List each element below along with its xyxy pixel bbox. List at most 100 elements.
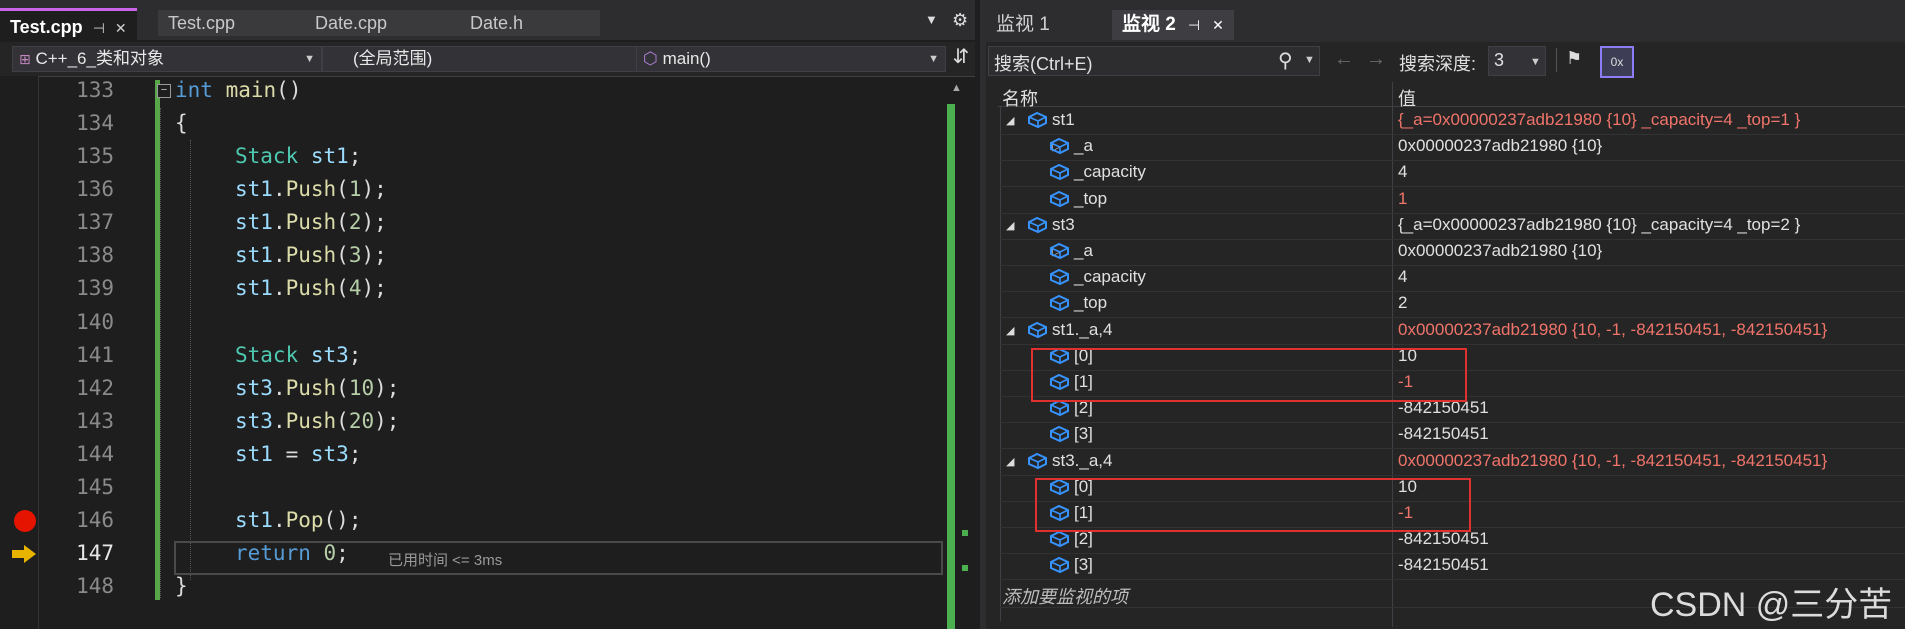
tab-watch-1[interactable]: 监视 1 [986, 10, 1060, 40]
tab-list-dropdown-icon[interactable]: ▼ [925, 12, 938, 27]
watch-value[interactable]: 4 [1398, 162, 1407, 182]
highlight-box [1035, 478, 1471, 532]
code-editor[interactable] [0, 0, 975, 629]
code-line[interactable]: { [175, 111, 188, 135]
code-line[interactable]: Stack st1; [235, 144, 361, 168]
watch-name[interactable]: st1 [1052, 110, 1075, 130]
hex-display-icon[interactable]: 0x [1600, 46, 1634, 78]
code-line[interactable]: Stack st3; [235, 343, 361, 367]
breakpoint-icon[interactable] [14, 510, 36, 532]
search-icon[interactable]: ⚲ [1278, 48, 1293, 73]
type-name: Stack [235, 343, 299, 367]
punctuation: (); [323, 508, 362, 532]
code-line[interactable]: st3.Push(10); [235, 376, 399, 400]
variable-icon [1028, 452, 1047, 469]
watch-name[interactable]: _capacity [1074, 162, 1146, 182]
watch-row[interactable]: _top 2 [1000, 291, 1905, 319]
scope-label: (全局范围) [353, 49, 433, 68]
code-line[interactable]: st1 = st3; [235, 442, 361, 466]
member-dropdown[interactable]: ⬡ main() ▼ [636, 46, 946, 72]
code-line[interactable]: st1.Push(2); [235, 210, 387, 234]
arrow-left-icon[interactable]: ← [1334, 48, 1354, 71]
tab-date-h[interactable]: Date.h [460, 10, 600, 36]
scope-dropdown[interactable]: (全局范围) ▼ [322, 46, 654, 72]
pin-source-icon[interactable]: ⚑ [1566, 48, 1590, 72]
watch-row[interactable]: _capacity 4 [1000, 265, 1905, 293]
punctuation: ; [348, 144, 362, 168]
watch-name[interactable]: _capacity [1074, 267, 1146, 287]
watch-value[interactable]: 0x00000237adb21980 {10, -1, -842150451, … [1398, 320, 1827, 340]
line-number: 148 [76, 574, 114, 598]
watch-name[interactable]: st3 [1052, 215, 1075, 235]
collapse-arrow-icon[interactable]: ◢ [1006, 324, 1014, 337]
code-line[interactable]: int main() [175, 78, 301, 102]
watch-row[interactable]: ▷ _a 0x00000237adb21980 {10} [1000, 239, 1905, 266]
tab-test-cpp[interactable]: Test.cpp [158, 10, 308, 36]
watch-row[interactable]: ◢ st3._a,4 0x00000237adb21980 {10, -1, -84… [1000, 449, 1905, 476]
code-line[interactable]: st1.Push(3); [235, 243, 387, 267]
watch-row[interactable]: ◢ st3 {_a=0x00000237adb21980 {10} _capacit… [1000, 213, 1905, 240]
watch-value[interactable]: 1 [1398, 189, 1407, 209]
function-name: Push [285, 276, 337, 300]
watch-row[interactable]: ◢ st1._a,4 0x00000237adb21980 {10, -1, -84… [1000, 318, 1905, 345]
watch-row[interactable]: _top 1 [1000, 187, 1905, 214]
add-watch-placeholder[interactable]: 添加要监视的项 [1002, 583, 1128, 609]
number-literal: 2 [348, 210, 362, 234]
collapse-arrow-icon[interactable]: ◢ [1006, 455, 1014, 468]
watch-value[interactable]: 0x00000237adb21980 {10, -1, -842150451, … [1398, 451, 1827, 471]
pin-icon[interactable]: ⊣ [93, 20, 105, 36]
watch-name[interactable]: _a [1074, 136, 1093, 156]
watch-row[interactable]: ◢ st1 {_a=0x00000237adb21980 {10} _capacit… [1000, 108, 1905, 135]
search-placeholder: 搜索(Ctrl+E) [994, 54, 1093, 74]
highlight-box [1031, 348, 1467, 402]
collapse-icon[interactable]: − [157, 84, 171, 98]
close-icon[interactable]: ✕ [115, 20, 127, 36]
split-editor-icon[interactable]: ⇵ [950, 44, 972, 72]
watch-name[interactable]: st3._a,4 [1052, 451, 1113, 471]
line-number: 142 [76, 376, 114, 400]
code-line[interactable]: st3.Push(20); [235, 409, 399, 433]
arrow-right-icon[interactable]: → [1366, 48, 1386, 71]
watch-name[interactable]: [2] [1074, 529, 1093, 549]
number-literal: 4 [348, 276, 362, 300]
variable: st1 [235, 177, 273, 201]
code-line[interactable]: st1.Push(1); [235, 177, 387, 201]
watch-row[interactable]: ▷ _a 0x00000237adb21980 {10} [1000, 134, 1905, 162]
tab-date-cpp[interactable]: Date.cpp [305, 10, 465, 36]
watch-value[interactable]: 4 [1398, 267, 1407, 287]
tab-test-cpp-active[interactable]: Test.cpp ⊣ ✕ [0, 8, 137, 43]
project-dropdown[interactable]: ⊞ C++_6_类和对象 ▼ [12, 46, 322, 72]
watch-value[interactable]: 2 [1398, 293, 1407, 313]
watch-name[interactable]: _top [1074, 189, 1107, 209]
watch-value[interactable]: {_a=0x00000237adb21980 {10} _capacity=4 … [1398, 110, 1800, 130]
tab-watch-2[interactable]: 监视 2 ⊣ ✕ [1112, 10, 1234, 40]
watch-value[interactable]: 0x00000237adb21980 {10} [1398, 241, 1602, 261]
collapse-arrow-icon[interactable]: ◢ [1006, 114, 1014, 127]
watch-row[interactable]: _capacity 4 [1000, 160, 1905, 188]
watch-name[interactable]: [3] [1074, 555, 1093, 575]
code-line[interactable]: } [175, 574, 188, 598]
watch-name[interactable]: st1._a,4 [1052, 320, 1113, 340]
code-line-current[interactable]: return 0; [235, 541, 349, 565]
watch-value[interactable]: -842150451 [1398, 424, 1489, 444]
tab-label: Test.cpp [10, 17, 83, 37]
collapse-arrow-icon[interactable]: ◢ [1006, 219, 1014, 232]
scroll-change-bar[interactable] [947, 104, 955, 629]
field-icon [1050, 138, 1069, 155]
scroll-up-icon[interactable]: ▲ [951, 82, 962, 94]
code-line[interactable]: st1.Push(4); [235, 276, 387, 300]
watch-row[interactable]: [3] -842150451 [1000, 422, 1905, 450]
pin-icon[interactable]: ⊣ [1188, 17, 1200, 33]
watch-value[interactable]: 0x00000237adb21980 {10} [1398, 136, 1602, 156]
watch-value[interactable]: -842150451 [1398, 555, 1489, 575]
gear-icon[interactable]: ⚙ [952, 10, 968, 31]
watch-name[interactable]: [3] [1074, 424, 1093, 444]
instruction-pointer-icon [12, 545, 36, 563]
watch-value[interactable]: -842150451 [1398, 529, 1489, 549]
watch-name[interactable]: _top [1074, 293, 1107, 313]
chevron-down-icon[interactable]: ▼ [1304, 54, 1315, 66]
code-line[interactable]: st1.Pop(); [235, 508, 361, 532]
close-icon[interactable]: ✕ [1212, 17, 1224, 33]
watch-value[interactable]: {_a=0x00000237adb21980 {10} _capacity=4 … [1398, 215, 1800, 235]
watch-name[interactable]: _a [1074, 241, 1093, 261]
